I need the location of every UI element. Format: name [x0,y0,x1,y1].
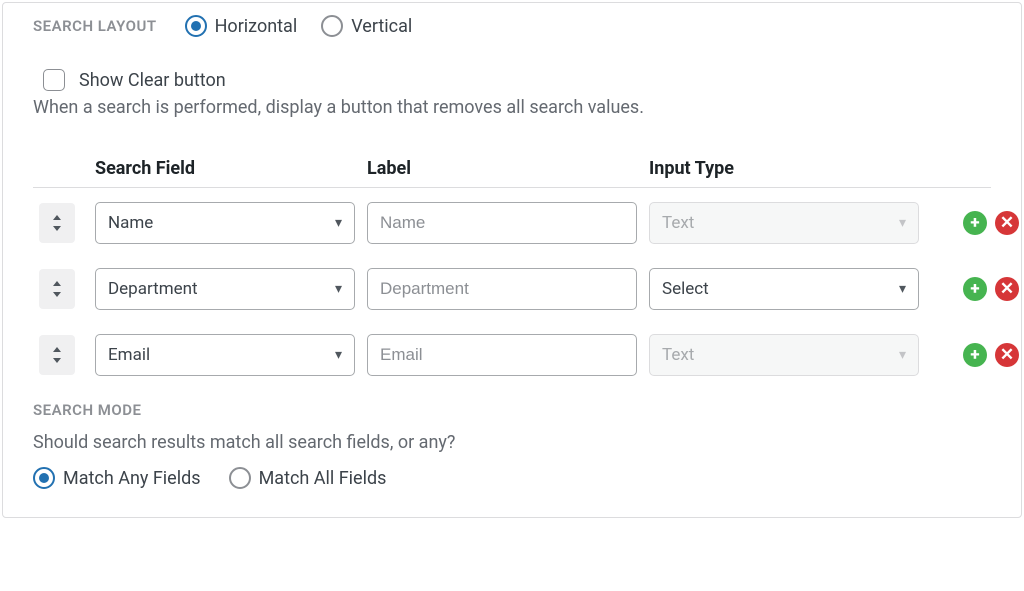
layout-radio-horizontal[interactable]: Horizontal [185,15,298,37]
search-mode-label: Search Mode [33,401,142,419]
label-input-field[interactable] [380,279,624,299]
label-input[interactable] [367,202,637,244]
drag-handle[interactable] [39,335,75,375]
radio-label: Match All Fields [259,468,387,489]
table-row: Department ▾ Select ▾ + ✕ [33,268,991,310]
label-input-field[interactable] [380,213,624,233]
show-clear-label: Show Clear button [79,70,226,91]
search-fields-table: Search Field Label Input Type Name ▾ Tex… [33,158,991,376]
show-clear-checkbox[interactable] [43,69,65,91]
chevron-down-icon: ▾ [899,281,906,297]
radio-icon [33,467,55,489]
th-search-field: Search Field [95,158,355,179]
radio-icon [185,15,207,37]
clear-button-section: Show Clear button When a search is perfo… [33,69,991,118]
layout-radio-vertical[interactable]: Vertical [321,15,412,37]
search-mode-radio-group: Match Any Fields Match All Fields [33,467,991,489]
close-icon: ✕ [1000,281,1014,298]
search-layout-label: Search Layout [33,17,157,35]
plus-icon: + [970,215,979,232]
add-row-button[interactable]: + [963,211,987,235]
chevron-down-icon: ▾ [335,215,342,231]
label-input-field[interactable] [380,345,624,365]
sort-icon [51,215,63,231]
plus-icon: + [970,281,979,298]
remove-row-button[interactable]: ✕ [995,277,1019,301]
radio-icon [321,15,343,37]
mode-radio-any[interactable]: Match Any Fields [33,467,201,489]
row-actions: + ✕ [931,343,1019,367]
input-type-select[interactable]: Select ▾ [649,268,919,310]
close-icon: ✕ [1000,347,1014,364]
label-input[interactable] [367,334,637,376]
drag-handle[interactable] [39,203,75,243]
select-value: Text [662,345,694,365]
show-clear-checkbox-row: Show Clear button [43,69,991,91]
input-type-select: Text ▾ [649,202,919,244]
search-layout-row: Search Layout Horizontal Vertical [33,11,991,41]
radio-label: Horizontal [215,16,298,37]
select-value: Select [662,279,709,299]
row-actions: + ✕ [931,211,1019,235]
chevron-down-icon: ▾ [335,281,342,297]
search-mode-help: Should search results match all search f… [33,432,991,453]
select-value: Text [662,213,694,233]
radio-icon [229,467,251,489]
row-actions: + ✕ [931,277,1019,301]
search-mode-section: Search Mode Should search results match … [33,400,991,489]
radio-label: Match Any Fields [63,468,201,489]
table-header: Search Field Label Input Type [33,158,991,188]
input-type-select: Text ▾ [649,334,919,376]
chevron-down-icon: ▾ [899,215,906,231]
th-label: Label [367,158,637,179]
search-layout-radio-group: Horizontal Vertical [185,15,413,37]
sort-icon [51,281,63,297]
search-settings-panel: Search Layout Horizontal Vertical Show C… [2,2,1022,518]
chevron-down-icon: ▾ [899,347,906,363]
table-row: Name ▾ Text ▾ + ✕ [33,202,991,244]
search-field-select[interactable]: Email ▾ [95,334,355,376]
add-row-button[interactable]: + [963,343,987,367]
sort-icon [51,347,63,363]
remove-row-button[interactable]: ✕ [995,343,1019,367]
add-row-button[interactable]: + [963,277,987,301]
radio-label: Vertical [351,16,412,37]
table-row: Email ▾ Text ▾ + ✕ [33,334,991,376]
plus-icon: + [970,347,979,364]
search-field-select[interactable]: Name ▾ [95,202,355,244]
select-value: Email [108,345,150,365]
mode-radio-all[interactable]: Match All Fields [229,467,387,489]
show-clear-help: When a search is performed, display a bu… [33,97,991,118]
drag-handle[interactable] [39,269,75,309]
chevron-down-icon: ▾ [335,347,342,363]
th-input-type: Input Type [649,158,919,179]
close-icon: ✕ [1000,215,1014,232]
select-value: Department [108,279,198,299]
label-input[interactable] [367,268,637,310]
search-field-select[interactable]: Department ▾ [95,268,355,310]
remove-row-button[interactable]: ✕ [995,211,1019,235]
select-value: Name [108,213,153,233]
